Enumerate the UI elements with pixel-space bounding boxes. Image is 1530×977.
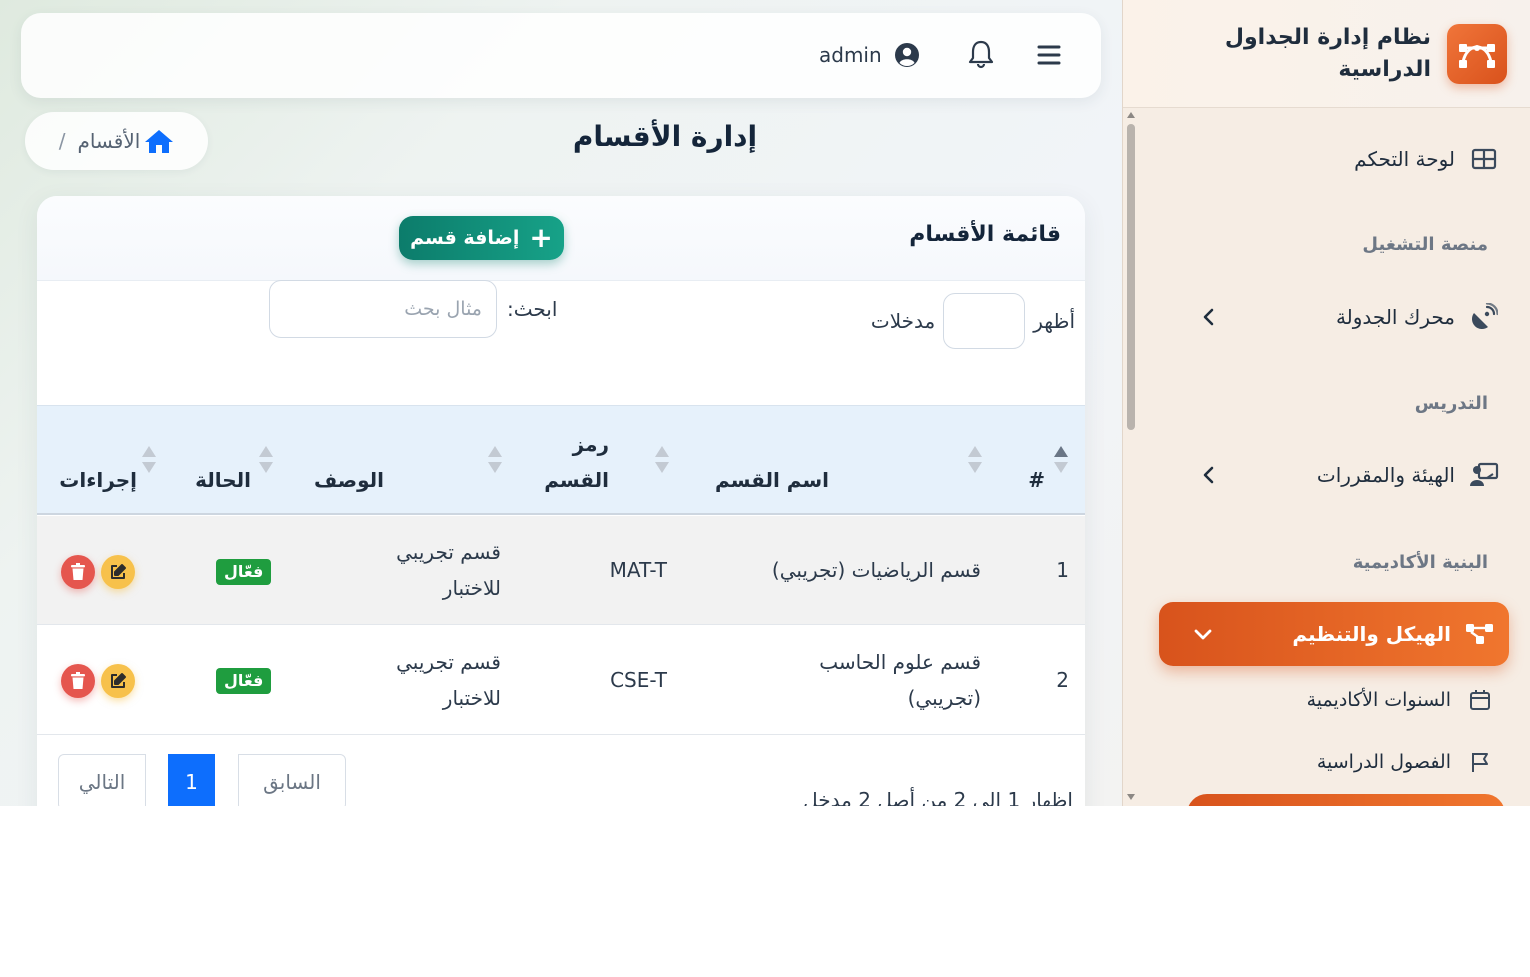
sidebar: نظام إدارة الجداول الدراسية لوحة التحكم … — [1122, 0, 1530, 806]
breadcrumb: الأقسام / — [25, 112, 208, 170]
header-number[interactable]: # — [1028, 462, 1045, 498]
nav-dashboard-label: لوحة التحكم — [1354, 147, 1455, 171]
delete-button[interactable] — [61, 664, 95, 698]
header-code[interactable]: رمز القسم — [529, 426, 609, 498]
flag-icon — [1467, 749, 1493, 775]
add-department-button[interactable]: + إضافة قسم — [399, 216, 564, 260]
satellite-dish-icon — [1469, 302, 1499, 332]
search-input[interactable] — [269, 280, 497, 338]
nav-academic-years[interactable]: السنوات الأكاديمية — [1183, 680, 1493, 720]
cell-code: MAT-T — [609, 558, 667, 582]
chevron-down-icon — [1194, 629, 1212, 640]
status-badge: فعّال — [216, 668, 272, 694]
pagination-prev[interactable]: السابق — [238, 754, 346, 806]
app-logo-icon[interactable] — [1447, 24, 1507, 84]
cell-number: 2 — [1056, 668, 1069, 692]
top-navbar: admin — [21, 13, 1101, 98]
calendar-icon — [1467, 687, 1493, 713]
nav-semesters-label: الفصول الدراسية — [1316, 751, 1451, 773]
entries-suffix: مدخلات — [870, 309, 936, 333]
entries-select[interactable] — [943, 293, 1026, 349]
pagination-next[interactable]: التالي — [58, 754, 146, 806]
card-title: قائمة الأقسام — [909, 222, 1061, 247]
table-row: 2 قسم علوم الحاسب (تجريبي) CSE-T قسم تجر… — [37, 626, 1085, 735]
user-circle-icon — [894, 43, 919, 67]
nav-engine-label: محرك الجدولة — [1335, 305, 1455, 329]
page-title: إدارة الأقسام — [572, 120, 758, 153]
chevron-left-icon — [1203, 308, 1214, 326]
breadcrumb-separator: / — [58, 129, 66, 153]
trash-icon — [71, 563, 85, 580]
header-status[interactable]: الحالة — [195, 462, 251, 498]
sidebar-scrollbar[interactable] — [1124, 108, 1138, 806]
add-department-label: إضافة قسم — [410, 227, 520, 249]
pagination-page-1[interactable]: 1 — [168, 754, 215, 806]
table-header-row: # اسم القسم رمز القسم الوصف الحالة إجراء… — [37, 405, 1085, 515]
app-title: نظام إدارة الجداول الدراسية — [1224, 25, 1431, 82]
breadcrumb-current[interactable]: الأقسام — [77, 129, 140, 153]
table-info: إظهار 1 إلى 2 من أصل 2 مدخل — [803, 788, 1073, 806]
sort-icon[interactable] — [488, 446, 502, 474]
scroll-down-arrow-icon[interactable] — [1127, 794, 1135, 800]
home-icon[interactable] — [144, 128, 174, 154]
nav-academic-years-label: السنوات الأكاديمية — [1306, 689, 1451, 711]
departments-card: قائمة الأقسام + إضافة قسم أظهر مدخلات اب… — [37, 196, 1085, 806]
edit-icon — [111, 673, 126, 688]
header-name[interactable]: اسم القسم — [715, 462, 829, 498]
chalkboard-teacher-icon — [1469, 460, 1499, 490]
nav-section-teaching: التدريس — [1414, 393, 1488, 414]
cell-code: CSE-T — [610, 668, 667, 692]
nav-scheduling-engine[interactable]: محرك الجدولة — [1159, 294, 1499, 340]
scroll-up-arrow-icon[interactable] — [1127, 112, 1135, 118]
sitemap-icon — [1465, 619, 1495, 649]
entries-length-control: أظهر مدخلات — [871, 293, 1075, 349]
grid-icon — [1469, 144, 1499, 174]
nav-section-platform: منصة التشغيل — [1362, 234, 1488, 255]
entries-prefix: أظهر — [1033, 309, 1075, 333]
card-header: قائمة الأقسام + إضافة قسم — [37, 196, 1085, 281]
sidebar-brand: نظام إدارة الجداول الدراسية — [1123, 0, 1530, 108]
nav-structure-label: الهيكل والتنظيم — [1292, 622, 1451, 646]
chevron-left-icon — [1203, 466, 1214, 484]
table-row: 1 قسم الرياضيات (تجريبي) MAT-T قسم تجريب… — [37, 516, 1085, 625]
nav-structure-organization[interactable]: الهيكل والتنظيم — [1159, 602, 1509, 666]
edit-icon — [111, 564, 126, 579]
trash-icon — [71, 672, 85, 689]
app-viewport: نظام إدارة الجداول الدراسية لوحة التحكم … — [0, 0, 1530, 806]
scrollbar-thumb[interactable] — [1127, 124, 1135, 430]
search-control: ابحث: — [269, 280, 557, 338]
cell-number: 1 — [1056, 558, 1069, 582]
sort-icon[interactable] — [259, 446, 273, 474]
header-description[interactable]: الوصف — [314, 462, 384, 498]
search-label: ابحث: — [507, 297, 558, 321]
nav-staff-label: الهيئة والمقررات — [1316, 463, 1455, 487]
hamburger-menu-icon[interactable] — [1033, 41, 1065, 69]
nav-dashboard[interactable]: لوحة التحكم — [1159, 136, 1499, 182]
cell-description: قسم تجريبي للاختبار — [396, 540, 501, 600]
user-menu[interactable]: admin — [819, 39, 920, 71]
nav-active-subitem[interactable] — [1187, 794, 1505, 806]
sort-icon[interactable] — [1054, 446, 1068, 474]
sort-icon[interactable] — [968, 446, 982, 474]
nav-semesters[interactable]: الفصول الدراسية — [1183, 742, 1493, 782]
plus-icon: + — [529, 221, 553, 254]
cell-name: قسم علوم الحاسب (تجريبي) — [819, 650, 981, 710]
nav-section-academic: البنية الأكاديمية — [1352, 552, 1488, 573]
sort-icon[interactable] — [142, 446, 156, 474]
username: admin — [819, 43, 882, 67]
cell-description: قسم تجريبي للاختبار — [396, 650, 501, 710]
header-actions[interactable]: إجراءات — [59, 462, 137, 498]
edit-button[interactable] — [101, 555, 135, 589]
sort-icon[interactable] — [655, 446, 669, 474]
edit-button[interactable] — [101, 664, 135, 698]
status-badge: فعّال — [216, 559, 272, 585]
nav-staff-courses[interactable]: الهيئة والمقررات — [1159, 452, 1499, 498]
bell-icon[interactable] — [967, 39, 995, 69]
cell-name: قسم الرياضيات (تجريبي) — [771, 558, 981, 582]
delete-button[interactable] — [61, 555, 95, 589]
